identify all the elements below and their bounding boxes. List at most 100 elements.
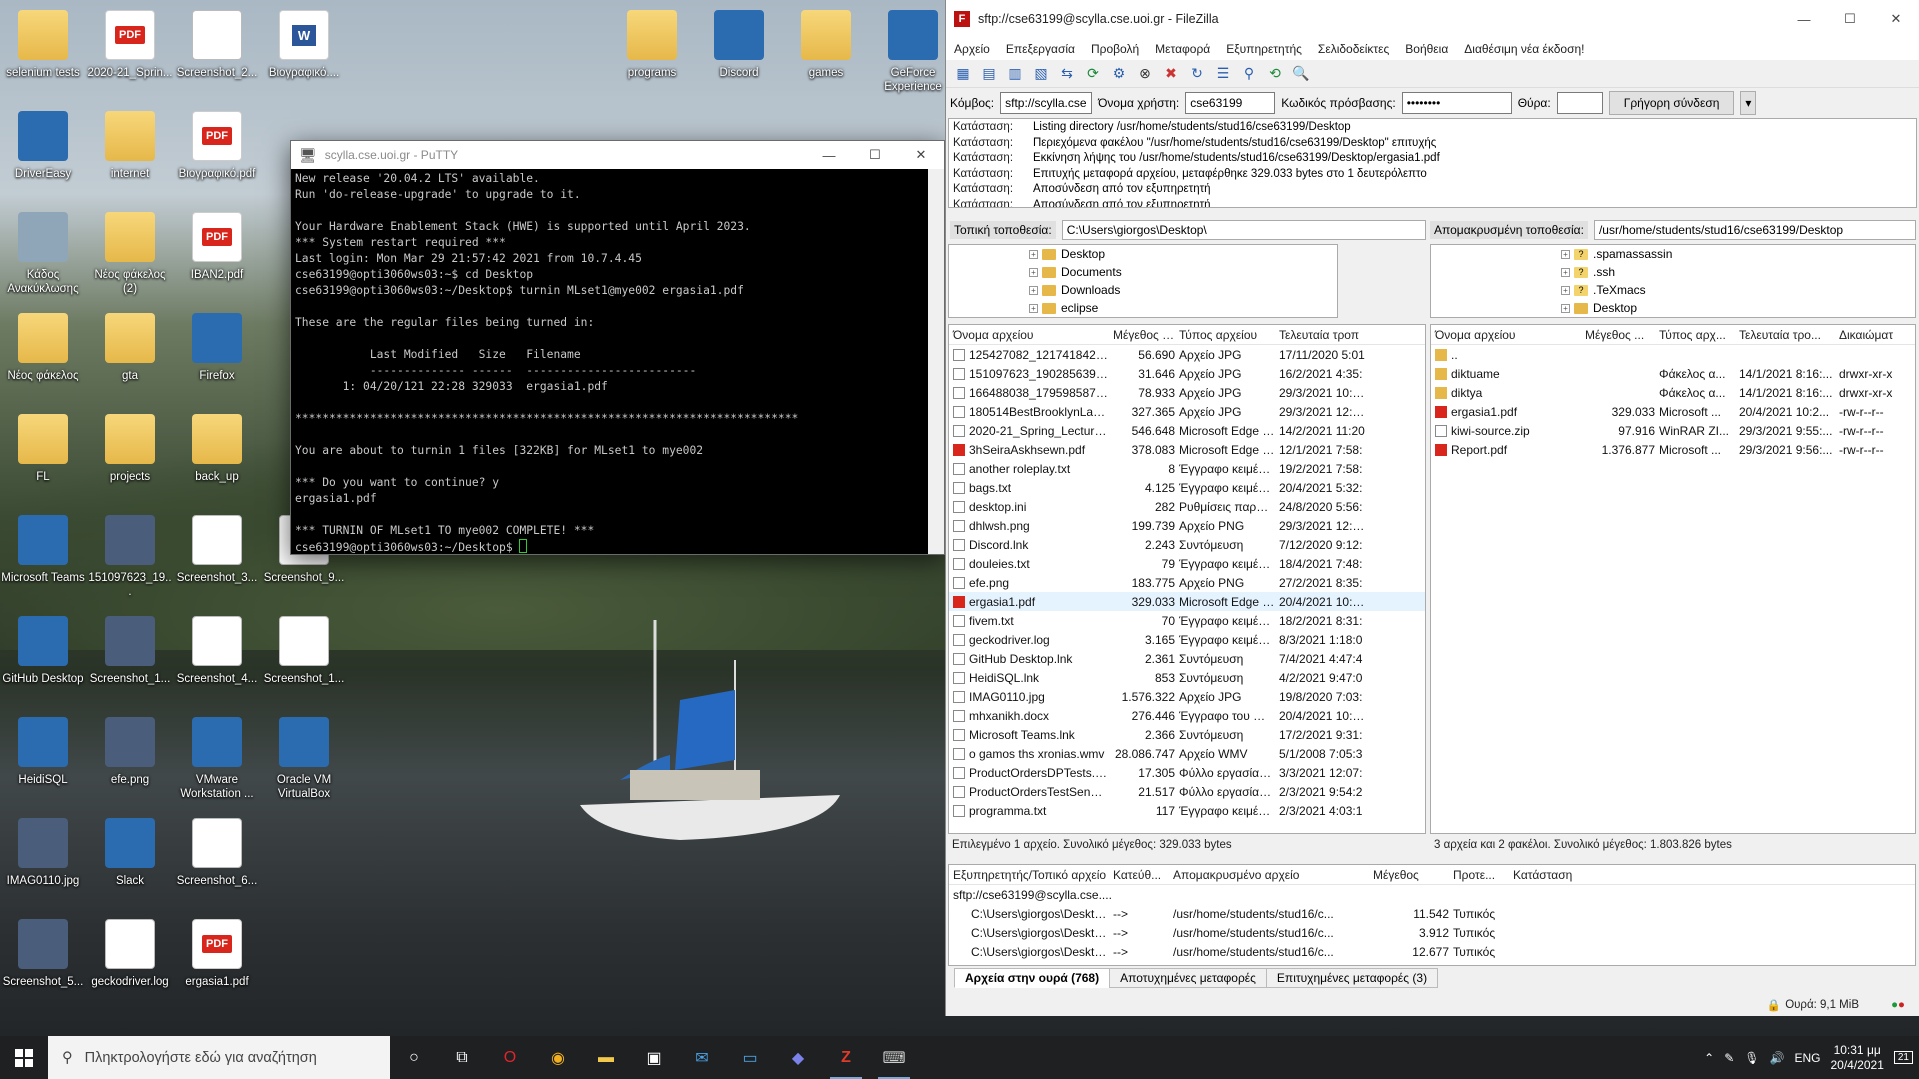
tree-item[interactable]: + eclipse [1029,299,1337,317]
column-header[interactable]: Τύπος αρχ... [1655,328,1735,342]
desktop-icon-app[interactable]: VMware Workstation ... [174,711,260,809]
expand-icon[interactable]: + [1029,303,1038,313]
file-row[interactable]: o gamos ths xronias.wmv 28.086.747 Αρχείο … [949,744,1425,763]
minimize-button[interactable]: — [1781,5,1827,33]
desktop-icon-pdf[interactable]: PDF ergasia1.pdf [174,913,260,1011]
filezilla-taskbar-icon[interactable]: Z [822,1036,870,1079]
expand-icon[interactable]: + [1029,285,1038,295]
desktop-icon-img[interactable]: 151097623_19... [87,509,173,607]
queue-row[interactable]: C:\Users\giorgos\Desktop... --> /usr/home/… [949,923,1915,942]
desktop-icon-folder[interactable]: Νέος φάκελος [0,307,86,405]
file-row[interactable]: mhxanikh.docx 276.446 Έγγραφο του Micr... 2… [949,706,1425,725]
port-input[interactable] [1556,92,1603,114]
desktop-icon-app[interactable]: GeForce Experience [870,4,956,102]
maximize-button[interactable]: ☐ [1827,5,1873,33]
queue-tab[interactable]: Αρχεία στην ουρά (768) [954,968,1111,988]
queue-row[interactable]: C:\Users\giorgos\Desktop... --> /usr/home/… [949,904,1915,923]
desktop-icon-app[interactable]: GitHub Desktop [0,610,86,708]
close-button[interactable]: ✕ [898,141,944,169]
search-icon[interactable]: 🔍 [1290,63,1312,85]
transfer-queue[interactable]: Εξυπηρετητής/Τοπικό αρχείο Κατεύθ... Απομα… [948,864,1916,966]
terminal-scrollbar[interactable] [928,169,944,554]
minimize-button[interactable]: — [806,141,852,169]
toggle-log-icon[interactable]: ▤ [978,63,1000,85]
column-header[interactable]: Μέγεθος ... [1581,328,1655,342]
column-header[interactable]: Προτε... [1449,868,1509,882]
column-header[interactable]: Όνομα αρχείου [949,328,1109,342]
file-row[interactable]: douleies.txt 79 Έγγραφο κειμένου 18/4/2021 … [949,554,1425,573]
desktop-icon-doc[interactable]: Screenshot_4... [174,610,260,708]
column-header[interactable]: Απομακρυσμένο αρχείο [1169,868,1369,882]
desktop-icon-folder[interactable]: FL [0,408,86,506]
file-row[interactable]: ProductOrdersTestSenario... 21.517 Φύλλο ε… [949,782,1425,801]
file-row[interactable]: 151097623_1902856393198... 31.646 Αρχείο J… [949,364,1425,383]
desktop-icon-folder[interactable]: projects [87,408,173,506]
site-manager-icon[interactable]: ▦ [952,63,974,85]
file-row[interactable]: 180514BestBrooklynLandl... 327.365 Αρχείο … [949,402,1425,421]
menu-item[interactable]: Προβολή [1091,42,1139,56]
local-path-input[interactable]: C:\Users\giorgos\Desktop\ [1061,220,1426,240]
column-header[interactable]: Δικαιώματ [1835,328,1913,342]
tree-item[interactable]: +? .spamassassin [1561,245,1915,263]
tree-item[interactable]: + Desktop [1029,245,1337,263]
close-button[interactable]: ✕ [1873,5,1919,33]
desktop-icon-doc[interactable]: Screenshot_3... [174,509,260,607]
filter-icon[interactable]: ☰ [1212,63,1234,85]
filezilla-window[interactable]: F sftp://cse63199@scylla.cse.uoi.gr - Fi… [945,0,1919,1016]
desktop-icon-pdf[interactable]: PDF Βιογραφικό.pdf [174,105,260,203]
volume-icon[interactable]: 🔊 [1770,1051,1785,1065]
menu-item[interactable]: Σελιδοδείκτες [1318,42,1389,56]
putty-window[interactable]: 🖥 scylla.cse.uoi.gr - PuTTY — ☐ ✕ New re… [290,140,945,555]
desktop-icon-doc[interactable]: Screenshot_2... [174,4,260,102]
desktop-icon-folder[interactable]: games [783,4,869,102]
desktop-icon-app[interactable]: Microsoft Teams [0,509,86,607]
clock[interactable]: 10:31 μμ 20/4/2021 [1830,1043,1883,1073]
file-row[interactable]: programma.txt 117 Έγγραφο κειμένου 2/3/2021… [949,801,1425,820]
taskbar-search[interactable]: ⚲ Πληκτρολογήστε εδώ για αναζήτηση [48,1036,390,1079]
desktop-icon-app[interactable]: HeidiSQL [0,711,86,809]
file-row[interactable]: ProductOrdersDPTests.xlsx 17.305 Φύλλο εργ… [949,763,1425,782]
cortana-icon[interactable]: ○ [390,1036,438,1079]
language-indicator[interactable]: ENG [1794,1051,1820,1065]
desktop-icon-pdf[interactable]: PDF 2020-21_Sprin... [87,4,173,102]
toggle-remote-tree-icon[interactable]: ▧ [1030,63,1052,85]
desktop-icon-img[interactable]: IMAG0110.jpg [0,812,86,910]
remote-file-list[interactable]: Όνομα αρχείου Μέγεθος ... Τύπος αρχ... Τελε… [1430,324,1916,834]
file-row[interactable]: Discord.lnk 2.243 Συντόμευση 7/12/2020 9:12… [949,535,1425,554]
quickconnect-button[interactable]: Γρήγορη σύνδεση [1608,91,1735,115]
desktop-icon-doc[interactable]: Screenshot_6... [174,812,260,910]
tree-item[interactable]: +? .TeXmacs [1561,281,1915,299]
desktop-icon-app[interactable]: DriverEasy [0,105,86,203]
file-row[interactable]: desktop.ini 282 Ρυθμίσεις παραμέ... 24/8/20… [949,497,1425,516]
username-input[interactable] [1185,92,1276,114]
file-row[interactable]: Microsoft Teams.lnk 2.366 Συντόμευση 17/2/2… [949,725,1425,744]
message-log[interactable]: Κατάσταση: Listing directory /usr/home/st… [948,118,1917,208]
process-queue-icon[interactable]: ⚙ [1108,63,1130,85]
cancel-icon[interactable]: ⊗ [1134,63,1156,85]
column-header[interactable]: Μέγεθος α... [1109,328,1175,342]
desktop-icon-app[interactable]: Firefox [174,307,260,405]
file-row[interactable]: kiwi-source.zip 97.916 WinRAR ZI... 29/3/20… [1431,421,1915,440]
menu-item[interactable]: Εξυπηρετητής [1226,42,1302,56]
menu-item[interactable]: Μεταφορά [1155,42,1210,56]
queue-tab[interactable]: Αποτυχημένες μεταφορές [1109,968,1267,988]
host-input[interactable] [1000,92,1093,114]
file-row[interactable]: fivem.txt 70 Έγγραφο κειμένου 18/2/2021 8:3… [949,611,1425,630]
chevron-up-icon[interactable]: ⌃ [1704,1051,1714,1065]
tree-item[interactable]: + Downloads [1029,281,1337,299]
expand-icon[interactable]: + [1561,303,1570,313]
expand-icon[interactable]: + [1029,249,1038,259]
desktop-icon-folder[interactable]: gta [87,307,173,405]
opera-icon[interactable]: O [486,1036,534,1079]
desktop-icon-app[interactable]: Oracle VM VirtualBox [261,711,347,809]
desktop-icon-doc[interactable]: Screenshot_1... [261,610,347,708]
file-row[interactable]: IMAG0110.jpg 1.576.322 Αρχείο JPG 19/8/2020… [949,687,1425,706]
tree-item[interactable]: + Documents [1029,263,1337,281]
queue-tab[interactable]: Επιτυχημένες μεταφορές (3) [1265,968,1439,988]
desktop-icon-bin[interactable]: Κάδος Ανακύκλωσης [0,206,86,304]
disconnect-icon[interactable]: ✖ [1160,63,1182,85]
expand-icon[interactable]: + [1561,285,1570,295]
file-row[interactable]: diktuame Φάκελος α... 14/1/2021 8:16:... dr… [1431,364,1915,383]
start-button[interactable] [0,1036,48,1079]
desktop-icon-img[interactable]: Screenshot_1... [87,610,173,708]
